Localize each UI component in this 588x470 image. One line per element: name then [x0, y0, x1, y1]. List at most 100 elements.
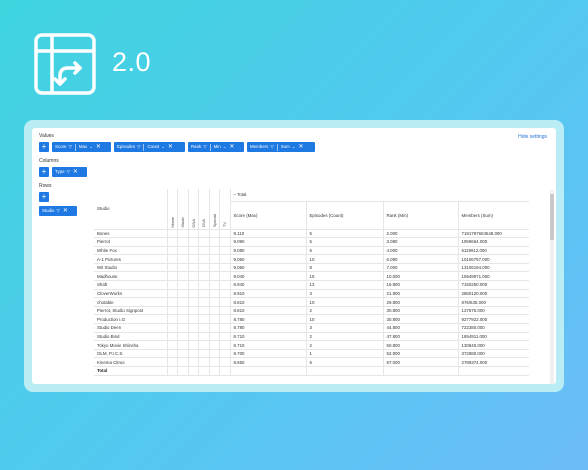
- type-value-cell: [219, 332, 230, 342]
- row-chip-studio[interactable]: Studio ▽ ✕: [39, 206, 77, 216]
- close-icon[interactable]: ✕: [63, 206, 68, 216]
- measure-value-cell: 9.040: [229, 271, 306, 282]
- add-row-button[interactable]: +: [39, 192, 49, 202]
- measure-value-cell: 8.780: [229, 323, 306, 333]
- type-value-cell: [219, 263, 230, 273]
- measure-value-cell: 29.800: [382, 297, 458, 307]
- type-value-cell: [219, 271, 230, 282]
- table-row: Madhouse 9.040 15 10.000 15949971.000: [94, 271, 529, 282]
- row-studio-cell[interactable]: White Fox: [94, 246, 167, 256]
- filter-icon[interactable]: ▽: [67, 167, 70, 177]
- add-value-button[interactable]: +: [39, 142, 49, 152]
- type-column-header[interactable]: OVA: [198, 189, 209, 230]
- row-studio-cell[interactable]: Tokyo Movie Shinsha: [94, 340, 167, 350]
- row-studio-cell[interactable]: Studio Deen: [94, 323, 167, 333]
- measure-value-cell: 1854911.000: [457, 332, 529, 342]
- measure-value-cell: 8.810: [229, 306, 306, 316]
- table-row: Pierrot 9.090 5 3.080 1959664.000: [94, 237, 529, 247]
- close-icon[interactable]: ✕: [229, 142, 234, 152]
- close-icon[interactable]: ✕: [168, 142, 173, 152]
- row-studio-cell[interactable]: A-1 Pictures: [94, 254, 167, 264]
- pivot-grid: Studio Movie Music ONA OVA Special TV – …: [94, 189, 544, 384]
- type-column-header[interactable]: TV: [219, 189, 230, 230]
- type-column-header[interactable]: Movie: [166, 189, 178, 230]
- hide-settings-link[interactable]: Hide settings: [518, 134, 547, 140]
- row-studio-cell[interactable]: Kinema Citrus: [94, 357, 167, 367]
- type-value-cell: [177, 314, 188, 325]
- row-studio-cell[interactable]: Studio Bind: [94, 332, 167, 342]
- studio-header[interactable]: Studio: [94, 189, 167, 230]
- close-icon[interactable]: ✕: [298, 142, 303, 152]
- value-chip-members[interactable]: Members ▽ Sum ⌄ ✕: [247, 142, 315, 152]
- measure-value-cell: 2: [305, 332, 383, 342]
- measure-header-rank[interactable]: Rank (Min): [382, 201, 458, 230]
- chip-aggregation[interactable]: Sum: [281, 142, 290, 152]
- measure-value-cell: 13106194.000: [457, 263, 529, 273]
- version-label: 2.0: [112, 47, 152, 77]
- vertical-scrollbar[interactable]: [550, 190, 554, 384]
- row-studio-cell[interactable]: Bones: [94, 229, 167, 239]
- row-studio-cell[interactable]: Pierrot, Studio Signpost: [94, 306, 167, 316]
- type-column-label: TV: [222, 222, 228, 228]
- filter-icon[interactable]: ▽: [137, 142, 140, 152]
- chevron-down-icon[interactable]: ⌄: [223, 142, 227, 152]
- type-column-label: ONA: [190, 218, 196, 228]
- value-chip-rank[interactable]: Rank ▽ Min ⌄ ✕: [188, 142, 244, 152]
- row-studio-cell[interactable]: Pierrot: [94, 237, 167, 247]
- type-column-label: Movie: [169, 216, 175, 228]
- type-column-header[interactable]: ONA: [187, 189, 199, 230]
- type-value-cell: [187, 340, 199, 350]
- chip-aggregation[interactable]: Max: [79, 142, 87, 152]
- type-value-cell: [208, 271, 220, 282]
- type-value-cell: [166, 297, 178, 307]
- type-column-header[interactable]: Special: [208, 189, 220, 230]
- filter-icon[interactable]: ▽: [68, 142, 71, 152]
- values-label: Values: [39, 133, 54, 139]
- measure-value-cell: 8: [305, 263, 383, 273]
- row-studio-cell[interactable]: OLM, P.I.C.S.: [94, 349, 167, 359]
- chevron-down-icon[interactable]: ⌄: [161, 142, 165, 152]
- chip-aggregation[interactable]: Count: [147, 142, 159, 152]
- chip-field: Studio: [42, 208, 55, 213]
- measure-value-cell: 10: [305, 314, 383, 325]
- type-column-header[interactable]: Music: [177, 189, 188, 230]
- filter-icon[interactable]: ▽: [56, 206, 59, 216]
- type-value-cell: [198, 357, 209, 367]
- row-studio-cell[interactable]: Wit Studio: [94, 263, 167, 273]
- value-chip-episodes[interactable]: Episodes ▽ Count ⌄ ✕: [114, 142, 185, 152]
- filter-icon[interactable]: ▽: [270, 142, 273, 152]
- row-studio-cell[interactable]: Shaft: [94, 280, 167, 290]
- measure-header-episodes[interactable]: Episodes (Count): [305, 201, 383, 230]
- row-studio-cell[interactable]: Madhouse: [94, 271, 167, 282]
- close-icon[interactable]: ✕: [73, 167, 78, 177]
- filter-icon[interactable]: ▽: [203, 142, 206, 152]
- measure-value-cell: 30.800: [382, 314, 458, 325]
- measure-header-score[interactable]: Score (Max): [229, 201, 306, 230]
- scrollbar-thumb[interactable]: [550, 194, 554, 240]
- total-header[interactable]: – Total: [229, 189, 529, 202]
- chip-aggregation[interactable]: Min: [214, 142, 221, 152]
- row-studio-cell[interactable]: chotable: [94, 297, 167, 307]
- collapse-toggle[interactable]: –: [234, 192, 236, 197]
- type-value-cell: [198, 297, 209, 307]
- measure-value-cell: 137575.000: [457, 306, 529, 316]
- type-value-cell: [166, 263, 178, 273]
- chevron-down-icon[interactable]: ⌄: [292, 142, 296, 152]
- pivot-table-panel: Hide settings Values + Score ▽ Max ⌄ ✕ E…: [32, 128, 556, 384]
- type-value-cell: [166, 237, 178, 247]
- measure-value-cell: 10: [305, 254, 383, 264]
- chevron-down-icon[interactable]: ⌄: [89, 142, 93, 152]
- row-studio-cell[interactable]: Total: [94, 366, 167, 376]
- measure-header-members[interactable]: Members (Sum): [457, 201, 529, 230]
- row-studio-cell[interactable]: Production I.G: [94, 314, 167, 325]
- column-chip-type[interactable]: Type ▽ ✕: [52, 167, 87, 177]
- measure-value-cell: [305, 366, 383, 376]
- type-value-cell: [198, 314, 209, 325]
- columns-label: Columns: [39, 158, 59, 164]
- add-column-button[interactable]: +: [39, 167, 49, 177]
- close-icon[interactable]: ✕: [96, 142, 101, 152]
- type-value-cell: [198, 254, 209, 264]
- row-studio-cell[interactable]: CloverWorks: [94, 289, 167, 299]
- pivot-grid-body: Bones 9.110 5 2.000 7191797604548.000 Pierrot…: [94, 229, 529, 376]
- value-chip-score[interactable]: Score ▽ Max ⌄ ✕: [52, 142, 111, 152]
